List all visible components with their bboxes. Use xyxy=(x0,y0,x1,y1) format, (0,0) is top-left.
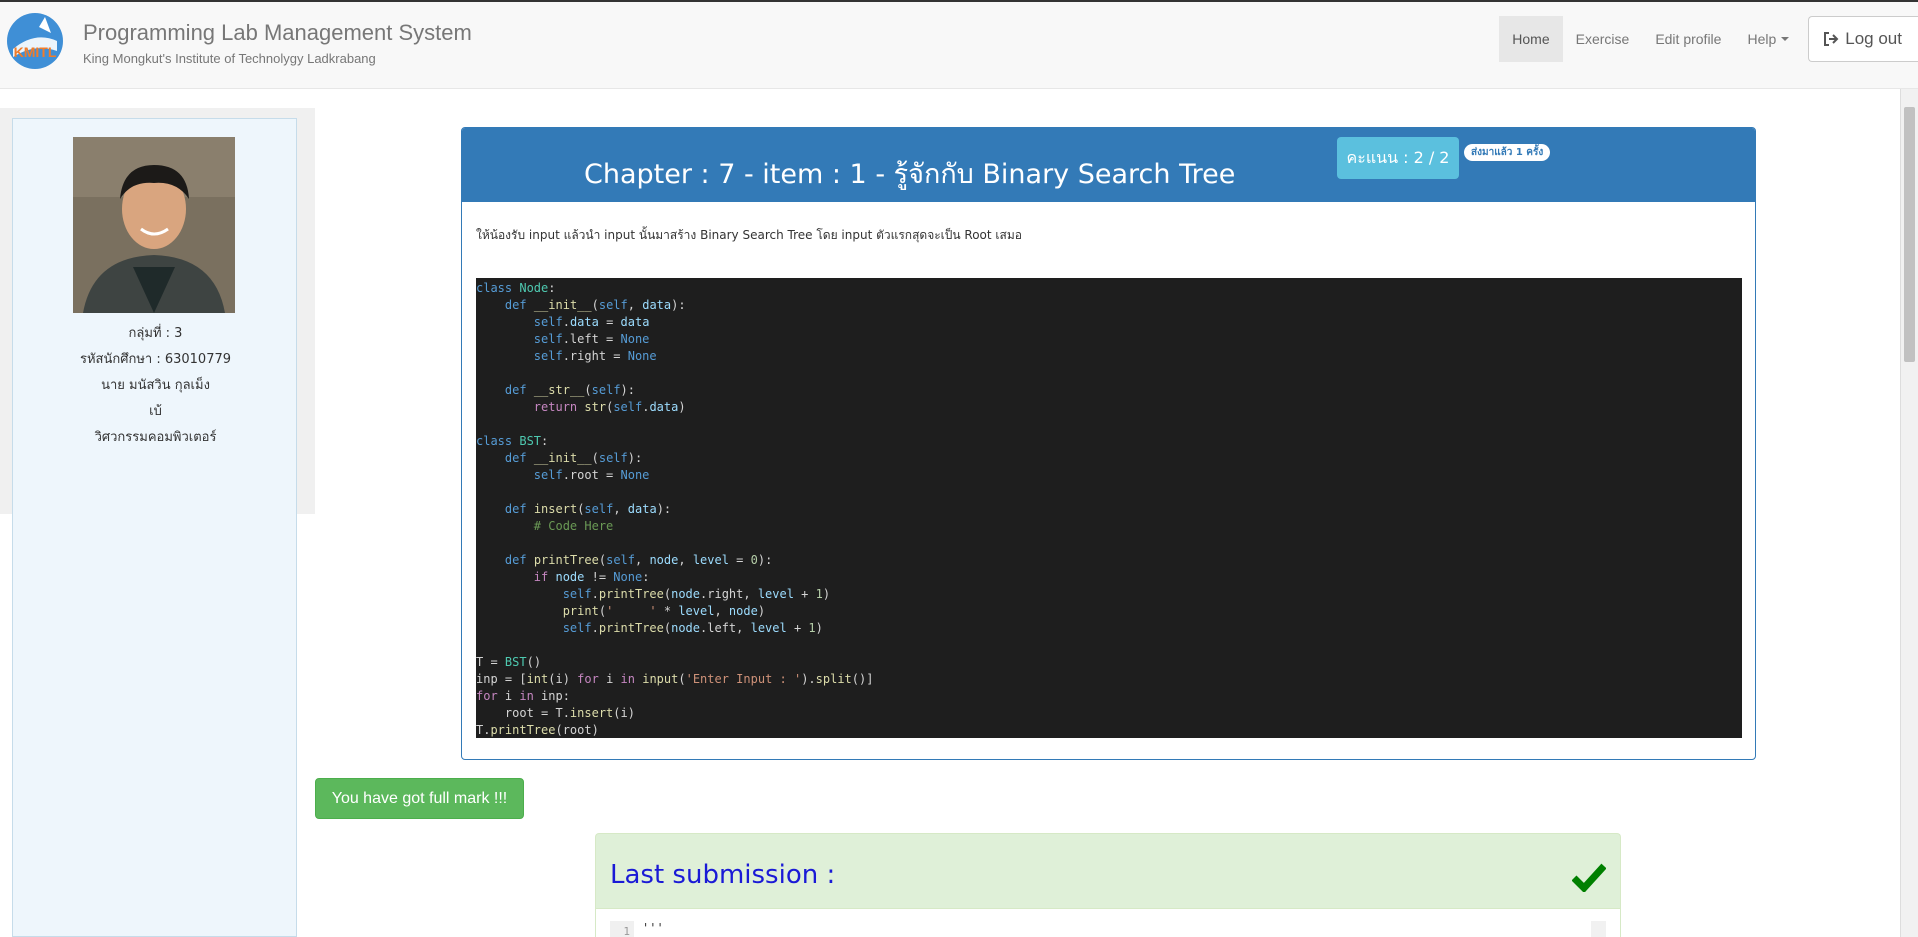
profile-name: นาย มนัสวิน กุลเม็ง xyxy=(101,378,210,393)
profile-nickname: เบ้ xyxy=(149,404,162,419)
nav-help[interactable]: Help xyxy=(1734,16,1802,62)
code-line: # Code Here xyxy=(533,519,614,533)
code-line: def insert(self, data): xyxy=(504,502,672,516)
exercise-instruction: ให้น้องรับ input แล้วนำ input นั้นมาสร้า… xyxy=(476,228,1022,242)
exercise-panel: Chapter : 7 - item : 1 - รู้จักกับ Binar… xyxy=(461,127,1756,760)
exercise-panel-header: Chapter : 7 - item : 1 - รู้จักกับ Binar… xyxy=(462,128,1755,202)
code-template: class Node: def __init__(self, data): se… xyxy=(476,278,1742,738)
logout-icon xyxy=(1824,32,1839,46)
check-icon xyxy=(1571,862,1607,897)
code-line: def printTree(self, node, level = 0): xyxy=(504,553,773,567)
submission-count-badge: ส่งมาแล้ว 1 ครั้ง xyxy=(1464,144,1551,161)
line-number: 1 xyxy=(610,921,634,937)
code-line: T = BST() xyxy=(476,655,542,669)
profile-group: กลุ่มที่ : 3 xyxy=(128,326,183,341)
nav-help-label: Help xyxy=(1747,31,1777,47)
code-line: class Node: xyxy=(476,281,556,295)
profile-sidebar: กลุ่มที่ : 3 รหัสนักศึกษา : 63010779 นาย… xyxy=(12,118,297,937)
code-line: def __init__(self): xyxy=(504,451,643,465)
app-subtitle: King Mongkut's Institute of Technolygy L… xyxy=(83,51,376,66)
code-line: def __str__(self): xyxy=(504,383,635,397)
page-scrollbar[interactable] xyxy=(1900,89,1918,937)
nav-home[interactable]: Home xyxy=(1499,16,1563,62)
caret-down-icon xyxy=(1781,37,1790,41)
logout-button[interactable]: Log out xyxy=(1808,16,1918,62)
avatar xyxy=(73,137,235,313)
last-submission-panel: Last submission : 1 ''' xyxy=(595,833,1621,937)
submission-code-line: ''' xyxy=(642,921,664,935)
code-line: self.printTree(node.left, level + 1) xyxy=(562,621,823,635)
main-nav: Home Exercise Edit profile Help Log out xyxy=(1499,16,1918,62)
kmitl-logo[interactable]: KMITL xyxy=(5,11,65,71)
nav-exercise[interactable]: Exercise xyxy=(1563,16,1643,62)
code-line: self.right = None xyxy=(533,349,657,363)
profile-department: วิศวกรรมคอมพิวเตอร์ xyxy=(94,430,217,445)
code-line: for i in inp: xyxy=(476,689,570,703)
logo-text: KMITL xyxy=(14,44,57,60)
score-button[interactable]: คะแนน : 2 / 2 xyxy=(1337,137,1459,179)
code-line: root = T.insert(i) xyxy=(476,706,635,720)
code-line: self.data = data xyxy=(533,315,650,329)
code-line: print(' ' * level, node) xyxy=(562,604,766,618)
code-line: T.printTree(root) xyxy=(476,723,599,737)
app-title[interactable]: Programming Lab Management System xyxy=(83,20,472,46)
code-line: self.left = None xyxy=(533,332,650,346)
submission-code-editor[interactable]: 1 ''' xyxy=(596,908,1620,937)
logout-label: Log out xyxy=(1845,29,1902,48)
scrollbar-thumb[interactable] xyxy=(1904,107,1915,362)
code-line: class BST: xyxy=(476,434,549,448)
full-mark-button[interactable]: You have got full mark !!! xyxy=(315,778,524,819)
profile-student-id: รหัสนักศึกษา : 63010779 xyxy=(79,352,232,367)
code-line: inp = [int(i) for i in input('Enter Inpu… xyxy=(476,672,874,686)
code-line: return str(self.data) xyxy=(533,400,686,414)
nav-edit-profile[interactable]: Edit profile xyxy=(1642,16,1734,62)
top-navbar: KMITL Programming Lab Management System … xyxy=(0,0,1918,89)
exercise-title: Chapter : 7 - item : 1 - รู้จักกับ Binar… xyxy=(584,159,1236,190)
code-line: self.printTree(node.right, level + 1) xyxy=(562,587,831,601)
code-line: def __init__(self, data): xyxy=(504,298,686,312)
code-line: if node != None: xyxy=(533,570,650,584)
code-line: self.root = None xyxy=(533,468,650,482)
last-submission-title: Last submission : xyxy=(610,860,836,890)
editor-scrollbar[interactable] xyxy=(1591,921,1606,937)
